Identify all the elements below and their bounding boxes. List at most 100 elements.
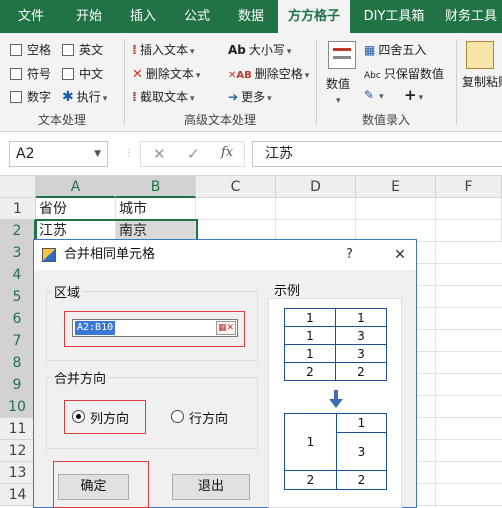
cell-f1[interactable]: [436, 198, 502, 220]
dialog-titlebar[interactable]: 合并相同单元格 ? ✕: [34, 240, 416, 270]
tab-file[interactable]: 文件: [6, 0, 56, 33]
keep-value-button[interactable]: Abc 只保留数值: [364, 65, 444, 82]
extract-text-button[interactable]: ⁞ 截取文本 ▾: [132, 88, 195, 105]
checkbox-box[interactable]: [10, 44, 22, 56]
delete-spaces-icon: ✕AB: [228, 70, 252, 81]
round-half-button[interactable]: ▦ 四舍五入: [364, 41, 426, 58]
drag-handle-icon[interactable]: ⋮: [124, 148, 134, 159]
example-cell: 1: [284, 326, 336, 345]
chevron-down-icon: ▾: [304, 71, 310, 81]
highlight-box: [53, 461, 149, 508]
checkbox-space[interactable]: 空格: [10, 41, 51, 58]
chevron-down-icon: ▾: [189, 94, 195, 104]
example-panel: 11 13 13 22 11 3 22: [268, 298, 402, 508]
merge-cells-dialog: 合并相同单元格 ? ✕ 区域 A2:B10 ▦✕ 合并方向 列方向 行方向 确定…: [33, 239, 417, 508]
dialog-title: 合并相同单元格: [64, 247, 156, 262]
case-button[interactable]: Ab 大小写 ▾: [228, 41, 291, 58]
checkbox-chinese[interactable]: 中文: [62, 65, 103, 82]
row-header-10[interactable]: 10: [0, 396, 36, 418]
row-header-13[interactable]: 13: [0, 462, 36, 484]
example-cell: 1: [284, 308, 336, 327]
example-cell: 2: [284, 470, 337, 490]
plus-icon: +: [404, 86, 417, 104]
chevron-down-icon[interactable]: ▼: [94, 142, 101, 166]
row-header-7[interactable]: 7: [0, 330, 36, 352]
example-cell: 1: [284, 413, 337, 471]
cell-e1[interactable]: [356, 198, 436, 220]
column-header-a[interactable]: A: [36, 176, 116, 198]
tab-fangfang[interactable]: 方方格子: [278, 0, 350, 34]
delete-text-button[interactable]: ✕ 删除文本 ▾: [132, 65, 200, 82]
row-header-6[interactable]: 6: [0, 308, 36, 330]
tab-data[interactable]: 数据: [226, 0, 276, 33]
checkbox-box[interactable]: [62, 44, 74, 56]
formula-input[interactable]: 江苏: [252, 141, 502, 167]
column-header-b[interactable]: B: [116, 176, 196, 198]
keep-value-label: 只保留数值: [383, 67, 444, 81]
close-icon[interactable]: ✕: [384, 240, 416, 270]
chevron-down-icon: ▾: [195, 71, 201, 81]
more-label: 更多: [241, 90, 266, 104]
tab-home[interactable]: 开始: [64, 0, 114, 33]
row-header-9[interactable]: 9: [0, 374, 36, 396]
chevron-down-icon: ▾: [189, 47, 195, 57]
column-header-c[interactable]: C: [196, 176, 276, 198]
row-direction-radio[interactable]: [171, 410, 184, 423]
highlight-box: [64, 311, 245, 347]
cell-b1[interactable]: 城市: [116, 198, 196, 220]
highlight-box: [64, 400, 146, 434]
checkbox-label: 中文: [79, 67, 104, 81]
formula-actions: ✕ ✓ fx: [140, 141, 245, 167]
execute-button[interactable]: ✱ 执行 ▾: [62, 88, 107, 105]
copy-paste-button[interactable]: 复制粘贴: [462, 75, 502, 90]
cell-c1[interactable]: [196, 198, 276, 220]
checkbox-symbol[interactable]: 符号: [10, 65, 51, 82]
tab-formulas[interactable]: 公式: [172, 0, 222, 33]
row-direction-label[interactable]: 行方向: [189, 408, 228, 427]
confirm-icon[interactable]: ✓: [187, 145, 200, 163]
execute-label: 执行: [76, 90, 101, 104]
row-header-1[interactable]: 1: [0, 198, 36, 220]
insert-text-button[interactable]: ⁞ 插入文本 ▾: [132, 41, 195, 58]
row-header-11[interactable]: 11: [0, 418, 36, 440]
select-all-corner[interactable]: [0, 176, 36, 198]
row-header-5[interactable]: 5: [0, 286, 36, 308]
row-header-3[interactable]: 3: [0, 242, 36, 264]
column-header-f[interactable]: F: [436, 176, 502, 198]
tab-finance[interactable]: 财务工具: [440, 0, 502, 33]
checkbox-number[interactable]: 数字: [10, 88, 51, 105]
row-header-4[interactable]: 4: [0, 264, 36, 286]
example-cell: 3: [336, 432, 387, 471]
checkbox-box[interactable]: [10, 68, 22, 80]
name-box[interactable]: A2 ▼: [9, 141, 108, 167]
edit-button[interactable]: ✎ ▾: [364, 88, 384, 102]
cancel-icon[interactable]: ✕: [153, 145, 166, 163]
cell-d1[interactable]: [276, 198, 356, 220]
tab-diy-toolbox[interactable]: DIY工具箱: [356, 0, 432, 33]
help-icon[interactable]: ?: [346, 240, 353, 270]
delete-spaces-button[interactable]: ✕AB 删除空格 ▾: [228, 65, 309, 82]
row-header-12[interactable]: 12: [0, 440, 36, 462]
cell-a1[interactable]: 省份: [36, 198, 116, 220]
group-label-numeric-entry: 数值录入: [361, 113, 410, 127]
checkbox-box[interactable]: [10, 91, 22, 103]
row-header-8[interactable]: 8: [0, 352, 36, 374]
column-header-d[interactable]: D: [276, 176, 356, 198]
clipboard-icon: [466, 41, 494, 69]
plus-button[interactable]: + ▾: [404, 86, 423, 104]
exit-button[interactable]: 退出: [172, 474, 250, 500]
cell-f2[interactable]: [436, 220, 502, 242]
row-header-2[interactable]: 2: [0, 220, 36, 242]
row-header-14[interactable]: 14: [0, 484, 36, 506]
example-cell: 3: [335, 344, 387, 363]
column-header-e[interactable]: E: [356, 176, 436, 198]
tab-insert[interactable]: 插入: [118, 0, 168, 33]
value-button[interactable]: 数值 ▾: [326, 75, 350, 106]
insert-function-icon[interactable]: fx: [221, 145, 233, 160]
delete-text-label: 删除文本: [145, 67, 194, 81]
checkbox-box[interactable]: [62, 68, 74, 80]
more-button[interactable]: ➔ 更多 ▾: [228, 88, 272, 105]
checkbox-english[interactable]: 英文: [62, 41, 103, 58]
abc-icon: Abc: [364, 71, 381, 81]
insert-text-label: 插入文本: [139, 43, 188, 57]
